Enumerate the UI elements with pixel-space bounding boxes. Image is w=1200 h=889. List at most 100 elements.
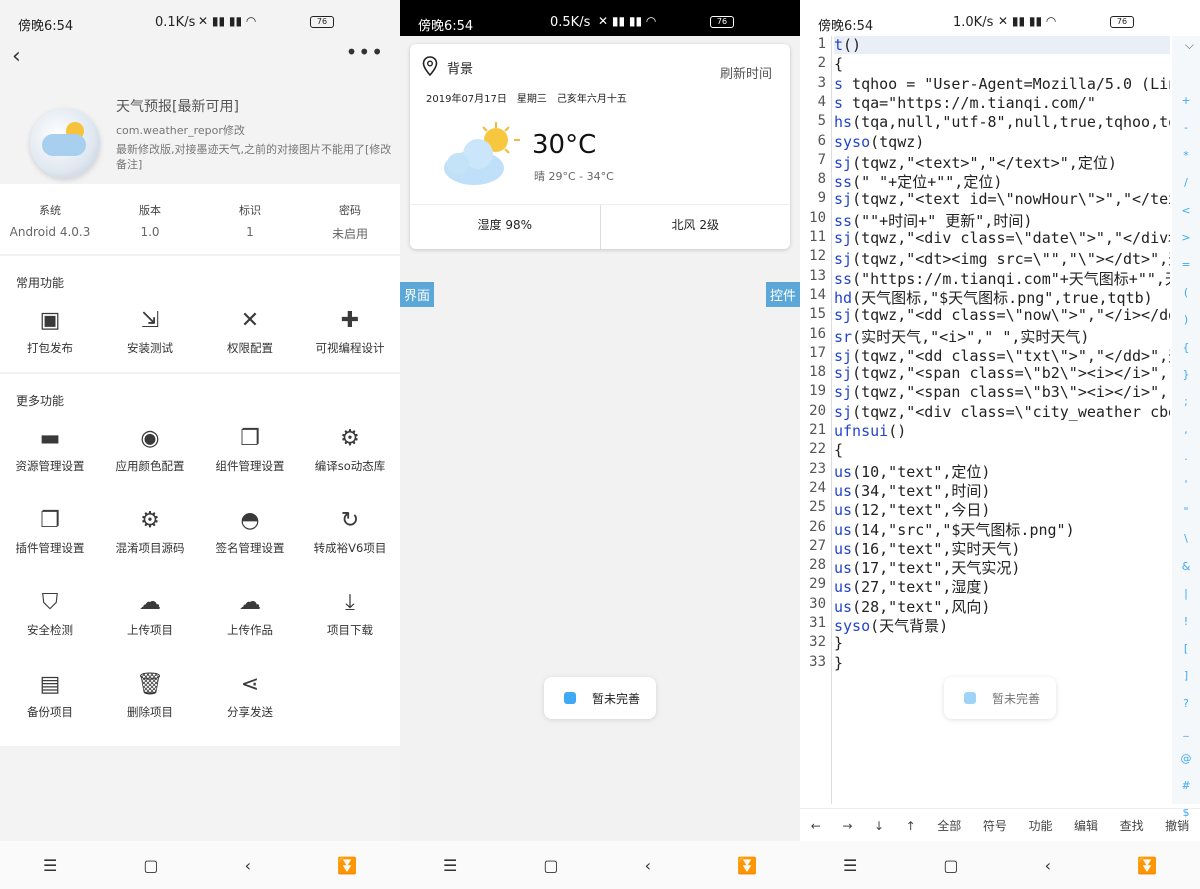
more-options-button[interactable]: ••• — [346, 40, 384, 64]
editor-toolbar-button[interactable]: 撤销 — [1165, 817, 1189, 834]
symbol-key[interactable]: & — [1172, 560, 1200, 573]
home-nav-button[interactable]: ▢ — [543, 856, 558, 875]
code-line[interactable]: sj(tqwz,"<dd class=\"now\">","</i></dd — [834, 306, 1170, 324]
code-line[interactable]: { — [834, 441, 843, 459]
symbol-key[interactable]: , — [1172, 423, 1200, 436]
editor-toolbar-button[interactable]: → — [842, 819, 852, 833]
function-button[interactable]: ☁ 上传项目 — [100, 588, 200, 670]
symbol-key[interactable]: _ — [1172, 724, 1200, 737]
code-line[interactable]: us(10,"text",定位) — [834, 461, 990, 482]
back-nav-button[interactable]: ‹ — [245, 856, 251, 875]
symbol-key[interactable]: ' — [1172, 478, 1200, 491]
code-line[interactable]: us(16,"text",实时天气) — [834, 538, 1020, 559]
code-line[interactable]: } — [834, 654, 843, 672]
symbol-key[interactable]: " — [1172, 505, 1200, 518]
code-line[interactable]: us(12,"text",今日) — [834, 499, 990, 520]
code-line[interactable]: sj(tqwz,"<dd class=\"txt\">","</dd>",天 — [834, 345, 1170, 366]
symbol-key[interactable]: . — [1172, 450, 1200, 463]
function-button[interactable]: ▬ 资源管理设置 — [0, 424, 100, 506]
symbol-key[interactable]: ( — [1172, 286, 1200, 299]
code-line[interactable]: us(28,"text",风向) — [834, 596, 990, 617]
code-line[interactable]: syso(tqwz) — [834, 133, 924, 151]
menu-nav-button[interactable]: ☰ — [843, 856, 857, 875]
editor-toolbar-button[interactable]: 功能 — [1028, 817, 1052, 834]
symbol-key[interactable]: > — [1172, 231, 1200, 244]
code-line[interactable]: hs(tqa,null,"utf-8",null,true,tqhoo,tq — [834, 113, 1170, 131]
collapse-icon[interactable]: ⌵ — [1185, 38, 1194, 53]
symbol-key[interactable]: / — [1172, 176, 1200, 189]
editor-toolbar-button[interactable]: 编辑 — [1074, 817, 1098, 834]
menu-nav-button[interactable]: ☰ — [443, 856, 457, 875]
function-button[interactable]: ❐ 组件管理设置 — [200, 424, 300, 506]
symbol-key[interactable]: [ — [1172, 642, 1200, 655]
symbol-key[interactable]: + — [1172, 94, 1200, 107]
symbol-key[interactable]: { — [1172, 341, 1200, 354]
function-button[interactable]: ⚙ 混淆项目源码 — [100, 506, 200, 588]
code-line[interactable]: sj(tqwz,"<span class=\"b3\"><i></i>"," — [834, 383, 1170, 401]
function-button[interactable]: ⋖ 分享发送 — [200, 670, 300, 752]
function-button[interactable]: ⚙ 编译so动态库 — [300, 424, 400, 506]
symbol-key[interactable]: ? — [1172, 697, 1200, 710]
home-nav-button[interactable]: ▢ — [143, 856, 158, 875]
code-line[interactable]: s tqa="https://m.tianqi.com/" — [834, 94, 1096, 112]
editor-toolbar-button[interactable]: 符号 — [983, 817, 1007, 834]
back-nav-button[interactable]: ‹ — [1045, 856, 1051, 875]
code-line[interactable]: sj(tqwz,"<dt><img src=\"","\"></dt>",天 — [834, 248, 1170, 269]
code-line[interactable]: sj(tqwz,"<text>","</text>",定位) — [834, 152, 1117, 173]
function-button[interactable]: ⤓ 项目下载 — [300, 588, 400, 670]
home-nav-button[interactable]: ▢ — [943, 856, 958, 875]
function-button[interactable]: ↻ 转成裕V6项目 — [300, 506, 400, 588]
code-line[interactable]: us(17,"text",天气实况) — [834, 557, 1020, 578]
editor-toolbar-button[interactable]: ← — [811, 819, 821, 833]
code-line[interactable]: } — [834, 634, 843, 652]
code-line[interactable]: sj(tqwz,"<span class=\"b2\"><i></i>"," — [834, 364, 1170, 382]
function-button[interactable]: ❐ 插件管理设置 — [0, 506, 100, 588]
menu-nav-button[interactable]: ☰ — [43, 856, 57, 875]
symbol-key[interactable]: ; — [1172, 395, 1200, 408]
function-button[interactable]: ⛉ 安全检测 — [0, 588, 100, 670]
code-line[interactable]: s tqhoo = "User-Agent=Mozilla/5.0 (Lin — [834, 75, 1170, 93]
controls-tab[interactable]: 控件 — [765, 282, 800, 307]
back-button[interactable]: ‹ — [12, 44, 36, 69]
assist-nav-button[interactable]: ⏬ — [737, 856, 757, 875]
editor-toolbar-button[interactable]: 查找 — [1120, 817, 1144, 834]
code-line[interactable]: sj(tqwz,"<div class=\"city_weather cbg — [834, 403, 1170, 421]
back-nav-button[interactable]: ‹ — [645, 856, 651, 875]
symbol-key[interactable]: = — [1172, 258, 1200, 271]
editor-toolbar-button[interactable]: ↓ — [874, 819, 884, 833]
function-button[interactable]: ▤ 备份项目 — [0, 670, 100, 752]
code-line[interactable]: sj(tqwz,"<div class=\"date\">","</div> — [834, 229, 1170, 247]
symbol-key[interactable]: < — [1172, 204, 1200, 217]
code-line[interactable]: hd(天气图标,"$天气图标.png",true,tqtb) — [834, 287, 1153, 308]
symbol-key[interactable]: ] — [1172, 669, 1200, 682]
function-button[interactable]: 🗑 删除项目 — [100, 670, 200, 752]
symbol-key[interactable]: # — [1172, 779, 1200, 792]
refresh-time-label[interactable]: 刷新时间 — [720, 63, 772, 82]
code-line[interactable]: ufnsui() — [834, 422, 906, 440]
code-line[interactable]: ss(" "+定位+"",定位) — [834, 171, 1002, 192]
assist-nav-button[interactable]: ⏬ — [1137, 856, 1157, 875]
symbol-key[interactable]: ! — [1172, 615, 1200, 628]
code-line[interactable]: us(14,"src","$天气图标.png") — [834, 519, 1075, 540]
function-button[interactable]: ◉ 应用颜色配置 — [100, 424, 200, 506]
assist-nav-button[interactable]: ⏬ — [337, 856, 357, 875]
symbol-key[interactable]: ) — [1172, 313, 1200, 326]
code-line[interactable]: sr(实时天气,"<i>"," ",实时天气) — [834, 326, 1089, 347]
code-line[interactable]: us(34,"text",时间) — [834, 480, 990, 501]
symbol-key[interactable]: \ — [1172, 532, 1200, 545]
code-line[interactable]: ss(""+时间+" 更新",时间) — [834, 210, 1032, 231]
code-line[interactable]: syso(天气背景) — [834, 615, 948, 636]
code-line[interactable]: us(27,"text",湿度) — [834, 576, 990, 597]
symbol-key[interactable]: | — [1172, 587, 1200, 600]
editor-toolbar-button[interactable]: 全部 — [937, 817, 961, 834]
symbol-key[interactable]: - — [1172, 121, 1200, 134]
interface-tab[interactable]: 界面 — [400, 282, 435, 307]
symbol-key[interactable]: } — [1172, 368, 1200, 381]
code-line[interactable]: { — [834, 55, 843, 73]
code-line[interactable]: sj(tqwz,"<text id=\"nowHour\">","</tex — [834, 190, 1170, 208]
function-button[interactable]: ◓ 签名管理设置 — [200, 506, 300, 588]
function-button[interactable]: ☁ 上传作品 — [200, 588, 300, 670]
code-line[interactable]: t() — [834, 36, 1170, 54]
symbol-key[interactable]: * — [1172, 149, 1200, 162]
editor-toolbar-button[interactable]: ↑ — [906, 819, 916, 833]
